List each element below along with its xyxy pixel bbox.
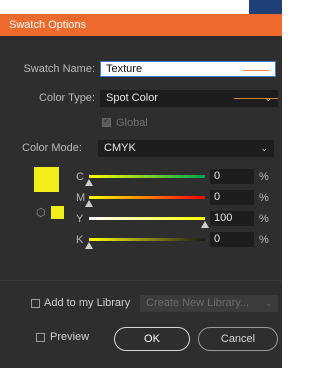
channel-field-k[interactable]: 0 xyxy=(210,232,254,247)
add-to-library-checkbox[interactable] xyxy=(31,299,40,308)
channel-label-m: M xyxy=(76,192,86,204)
color-mode-select[interactable]: CMYK ⌄ xyxy=(98,140,274,157)
slider-track-m[interactable] xyxy=(89,196,205,199)
library-placeholder: Create New Library... xyxy=(146,297,250,309)
channel-field-y[interactable]: 100 xyxy=(210,211,254,226)
color-type-label: Color Type: xyxy=(38,92,95,104)
color-mode-label: Color Mode: xyxy=(22,142,82,154)
color-type-select[interactable]: Spot Color ⌄ xyxy=(100,90,278,107)
slider-thumb-c[interactable] xyxy=(85,179,93,186)
add-to-library-label: Add to my Library xyxy=(44,297,131,309)
percent-unit-k: % xyxy=(259,234,269,246)
library-select[interactable]: Create New Library... ⌄ xyxy=(140,295,278,312)
chevron-down-icon: ⌄ xyxy=(264,298,272,308)
spot-swatch-preview xyxy=(51,206,64,219)
swatch-name-field[interactable]: Texture xyxy=(100,61,276,77)
percent-unit-c: % xyxy=(259,171,269,183)
cancel-button[interactable]: Cancel xyxy=(198,327,278,351)
ok-button[interactable]: OK xyxy=(114,327,190,351)
slider-thumb-y[interactable] xyxy=(201,221,209,228)
slider-thumb-k[interactable] xyxy=(85,242,93,249)
channel-field-c[interactable]: 0 xyxy=(210,169,254,184)
swatch-name-value: Texture xyxy=(106,63,143,75)
chevron-down-icon: ⌄ xyxy=(260,143,268,153)
annotation-line xyxy=(234,98,278,99)
background-app-corner xyxy=(249,0,282,14)
global-checkbox[interactable] xyxy=(102,116,111,127)
global-label: Global xyxy=(116,117,148,129)
color-swatch-preview xyxy=(34,167,59,192)
dialog-title: Swatch Options xyxy=(9,19,87,31)
preview-label: Preview xyxy=(50,331,90,343)
annotation-mark xyxy=(243,70,269,71)
channel-label-k: K xyxy=(76,234,84,246)
swatch-options-dialog: Swatch Name: Texture Color Type: Spot Co… xyxy=(0,36,282,368)
channel-label-y: Y xyxy=(76,213,84,225)
channel-field-m[interactable]: 0 xyxy=(210,190,254,205)
section-divider xyxy=(0,280,282,281)
percent-unit-m: % xyxy=(259,192,269,204)
slider-track-c[interactable] xyxy=(89,175,205,178)
channel-label-c: C xyxy=(76,171,84,183)
slider-track-k[interactable] xyxy=(89,238,205,241)
background-page xyxy=(0,0,282,14)
cube-icon: ⬡ xyxy=(36,207,46,219)
slider-thumb-m[interactable] xyxy=(85,200,93,207)
cancel-label: Cancel xyxy=(220,333,256,345)
dialog-title-bar[interactable]: Swatch Options xyxy=(0,14,282,36)
preview-checkbox[interactable] xyxy=(36,333,45,342)
slider-track-y[interactable] xyxy=(89,217,205,220)
percent-unit-y: % xyxy=(259,213,269,225)
color-type-value: Spot Color xyxy=(106,92,158,104)
swatch-name-label: Swatch Name: xyxy=(23,63,95,75)
color-mode-value: CMYK xyxy=(104,142,136,154)
ok-label: OK xyxy=(144,333,160,345)
